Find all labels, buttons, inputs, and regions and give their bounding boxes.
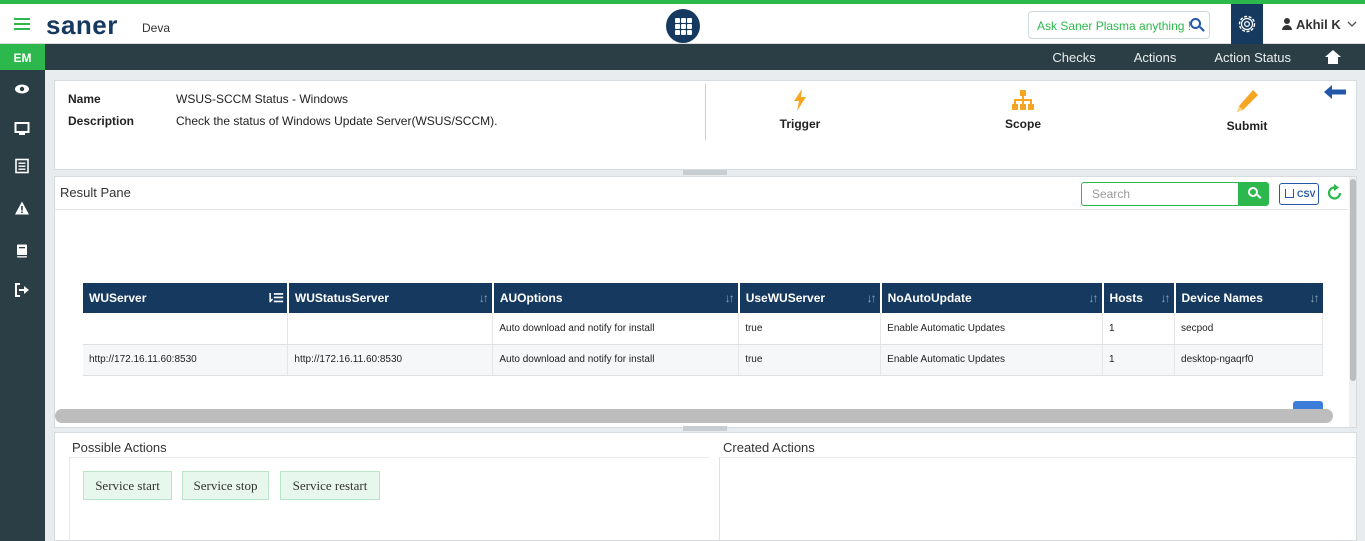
sort-icon[interactable]: ↓↑ [1310, 291, 1320, 305]
menu-icon[interactable] [14, 18, 30, 30]
sort-icon[interactable]: ↓↑ [867, 291, 877, 305]
home-icon[interactable] [1325, 50, 1341, 64]
col-wuserver[interactable]: WUServer ⇂☰ [83, 283, 289, 313]
hierarchy-icon [1012, 90, 1034, 110]
gear-icon [1238, 15, 1256, 33]
table-cell: http://172.16.11.60:8530 [287, 344, 494, 376]
table-cell: http://172.16.11.60:8530 [83, 344, 289, 376]
description-value: Check the status of Windows Update Serve… [176, 114, 498, 128]
sort-icon[interactable]: ↓↑ [479, 291, 489, 305]
table-cell: true [738, 344, 882, 376]
col-usewuserver[interactable]: UseWUServer ↓↑ [738, 283, 882, 313]
sort-icon[interactable]: ↓↑ [1161, 291, 1171, 305]
submit-label: Submit [1226, 119, 1268, 133]
resize-handle[interactable] [683, 170, 727, 175]
refresh-icon[interactable] [1327, 184, 1343, 202]
table-cell: secpod [1174, 313, 1323, 345]
csv-label: CSV [1297, 189, 1316, 199]
possible-actions-title: Possible Actions [72, 440, 167, 455]
table-row[interactable]: Auto download and notify for install tru… [83, 313, 1323, 345]
divider [720, 457, 1356, 458]
user-name: Akhil K [1296, 17, 1341, 32]
col-noautoupdate[interactable]: NoAutoUpdate ↓↑ [880, 283, 1104, 313]
table-cell: 1 [1102, 344, 1176, 376]
nav-checks[interactable]: Checks [1052, 50, 1095, 65]
sort-icon[interactable]: ↓↑ [1089, 291, 1099, 305]
top-bar: saner Deva Ask Saner Plasma anything ! A… [0, 4, 1365, 44]
table-cell: true [738, 313, 882, 345]
settings-button[interactable] [1231, 4, 1263, 44]
table-header-row: WUServer ⇂☰ WUStatusServer ↓↑ AUOptions ↓↑ … [83, 283, 1323, 313]
result-pane-title: Result Pane [60, 185, 131, 200]
search-icon [1248, 187, 1258, 197]
nav-actions[interactable]: Actions [1134, 50, 1177, 65]
divider [719, 457, 720, 541]
name-value: WSUS-SCCM Status - Windows [176, 92, 349, 106]
col-device-names[interactable]: Device Names ↓↑ [1174, 283, 1323, 313]
table-row[interactable]: http://172.16.11.60:8530 http://172.16.1… [83, 344, 1323, 376]
monitor-icon[interactable] [14, 121, 30, 137]
actions-pane: Possible Actions Created Actions Service… [54, 432, 1357, 541]
lightning-icon [794, 89, 806, 111]
service-restart-button[interactable]: Service restart [280, 471, 380, 500]
horizontal-scrollbar[interactable] [55, 409, 1333, 423]
ask-plasma-label: Ask Saner Plasma anything ! [1037, 19, 1192, 33]
created-actions-title: Created Actions [723, 440, 815, 455]
service-stop-button[interactable]: Service stop [182, 471, 269, 500]
nav-action-status[interactable]: Action Status [1214, 50, 1291, 65]
back-arrow-icon[interactable] [1324, 85, 1346, 99]
warning-icon[interactable] [14, 200, 30, 216]
chevron-down-icon [1347, 21, 1357, 27]
name-label: Name [68, 92, 101, 106]
table-cell [83, 313, 289, 345]
eye-icon[interactable] [14, 81, 30, 97]
col-wustatusserver[interactable]: WUStatusServer ↓↑ [287, 283, 494, 313]
description-label: Description [68, 114, 135, 128]
divider [705, 84, 706, 140]
scope-label: Scope [1004, 117, 1041, 131]
search-input[interactable] [1081, 182, 1239, 206]
service-start-button[interactable]: Service start [83, 471, 172, 500]
nav-links: Checks Actions Action Status [1014, 44, 1341, 70]
book-icon[interactable] [14, 243, 30, 259]
module-badge[interactable]: EM [0, 44, 45, 70]
col-auoptions[interactable]: AUOptions ↓↑ [492, 283, 740, 313]
result-pane: Result Pane CSV WUServer⇂☰ WUStatusServe… [54, 176, 1357, 428]
search-icon [1190, 18, 1201, 29]
table-cell: Auto download and notify for install [492, 344, 740, 376]
list-icon[interactable] [14, 158, 30, 174]
sort-desc-icon[interactable]: ⇂☰ [265, 291, 284, 305]
table-cell [287, 313, 494, 345]
table-cell: desktop-ngaqrf0 [1174, 344, 1323, 376]
divider [69, 457, 709, 458]
brand-logo[interactable]: saner [46, 10, 118, 41]
search-button[interactable] [1239, 182, 1269, 206]
resize-handle[interactable] [683, 426, 727, 431]
col-hosts[interactable]: Hosts ↓↑ [1102, 283, 1176, 313]
check-details-card: Name WSUS-SCCM Status - Windows Descript… [54, 80, 1357, 170]
logout-icon[interactable] [14, 282, 30, 298]
table-cell: Enable Automatic Updates [880, 313, 1104, 345]
divider [69, 457, 70, 541]
tenant-name: Deva [142, 21, 171, 35]
submit-button[interactable]: Submit [1202, 89, 1292, 133]
table-cell: 1 [1102, 313, 1176, 345]
sort-icon[interactable]: ↓↑ [725, 291, 735, 305]
csv-export-button[interactable]: CSV [1279, 183, 1319, 205]
divider [55, 209, 1348, 210]
vertical-scrollbar[interactable] [1349, 177, 1356, 427]
scope-button[interactable]: Scope [978, 89, 1068, 131]
pencil-icon [1237, 90, 1258, 112]
table-cell: Auto download and notify for install [492, 313, 740, 345]
sidebar [0, 70, 45, 541]
trigger-button[interactable]: Trigger [755, 89, 845, 131]
table-cell: Enable Automatic Updates [880, 344, 1104, 376]
ask-plasma-button[interactable]: Ask Saner Plasma anything ! [1028, 11, 1210, 39]
trigger-label: Trigger [779, 117, 821, 131]
user-menu[interactable]: Akhil K [1281, 17, 1357, 32]
apps-grid-icon[interactable] [666, 9, 700, 43]
user-icon [1281, 18, 1293, 30]
results-table: WUServer ⇂☰ WUStatusServer ↓↑ AUOptions ↓↑ … [83, 283, 1323, 376]
